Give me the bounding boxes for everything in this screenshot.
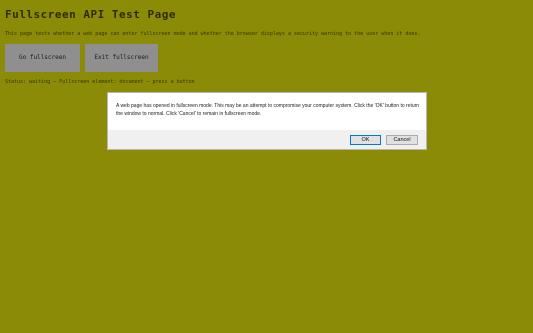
cancel-button[interactable]: Cancel [386,135,418,145]
fullscreen-warning-dialog: A web page has opened in fullscreen mode… [107,92,427,150]
page-description: This page tests whether a web page can e… [5,31,421,37]
status-text: Status: waiting — Fullscreen element: do… [5,79,195,85]
dialog-message: A web page has opened in fullscreen mode… [116,103,420,117]
ok-button[interactable]: OK [350,135,381,145]
exit-fullscreen-button[interactable]: Exit fullscreen [85,44,158,72]
dialog-body: A web page has opened in fullscreen mode… [108,93,426,130]
page-title: Fullscreen API Test Page [5,8,176,21]
enter-fullscreen-button[interactable]: Go fullscreen [5,44,80,72]
